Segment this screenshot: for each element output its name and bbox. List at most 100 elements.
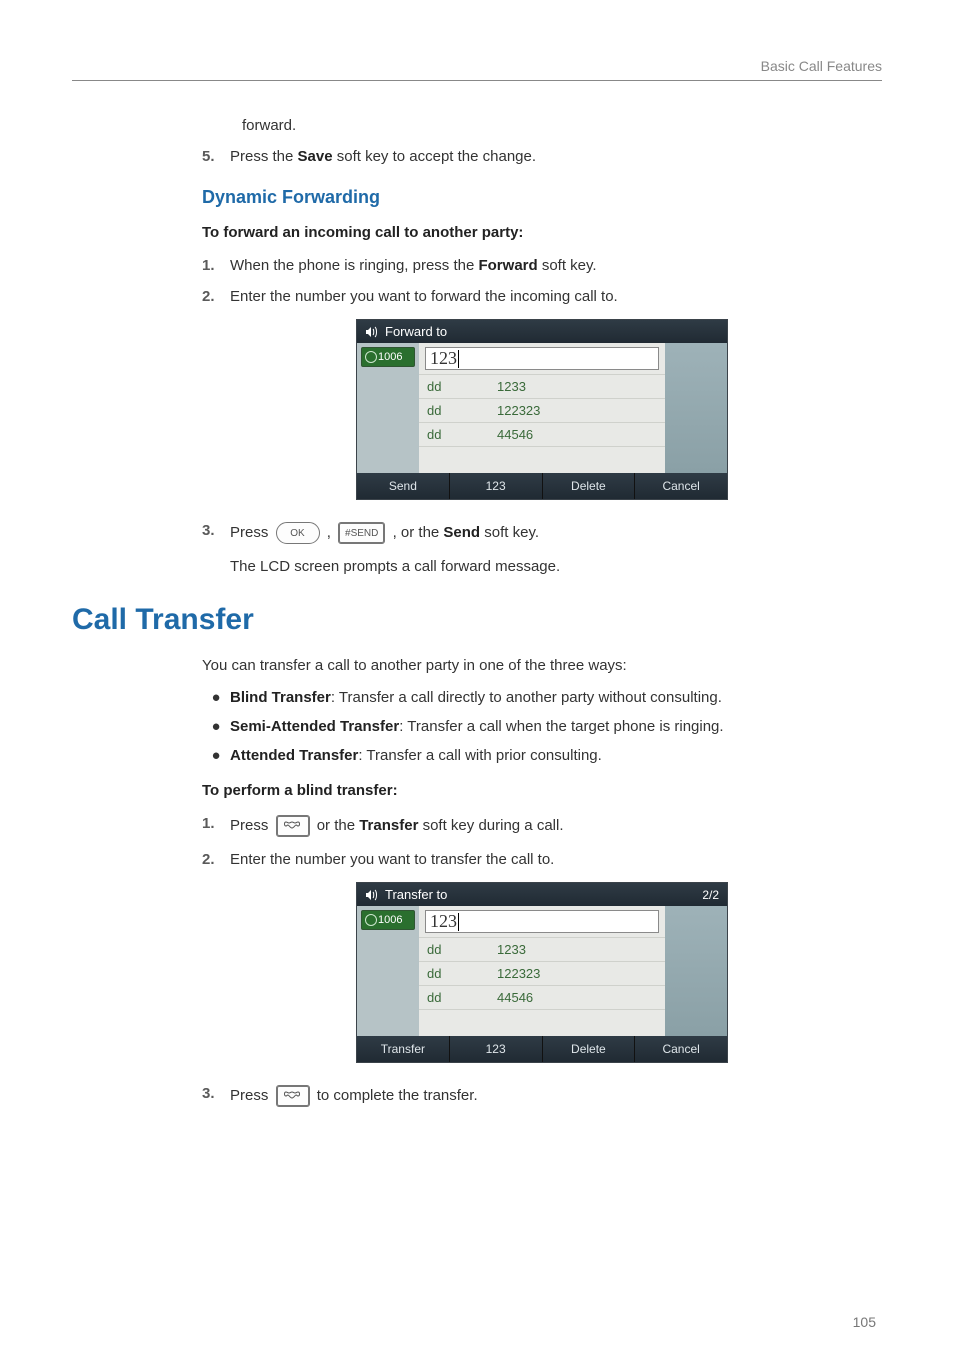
row-name: dd — [427, 403, 497, 418]
forward-to-screenshot: Forward to 1006 123 dd 1233 — [356, 319, 728, 500]
text: Press — [230, 1087, 273, 1104]
softkey-delete[interactable]: Delete — [543, 473, 636, 499]
row-number: 1233 — [497, 942, 657, 957]
screen-left-sidebar: 1006 — [357, 906, 419, 1036]
dynamic-forwarding-heading: Dynamic Forwarding — [202, 187, 882, 208]
step-number: 2. — [202, 851, 230, 868]
hash-send-key-icon: #SEND — [338, 522, 385, 544]
step-number: 2. — [202, 288, 230, 305]
text: soft key. — [538, 257, 597, 274]
suggestion-row[interactable]: dd 122323 — [419, 398, 665, 422]
running-header: Basic Call Features — [72, 58, 882, 74]
screen-counter: 2/2 — [702, 888, 719, 902]
screen-titlebar: Transfer to 2/2 — [357, 883, 727, 906]
row-number: 1233 — [497, 379, 657, 394]
text: , or the — [393, 524, 444, 541]
step-number: 1. — [202, 257, 230, 274]
step-number: 3. — [202, 522, 230, 544]
line-tab[interactable]: 1006 — [361, 910, 415, 930]
ok-key-icon: OK — [276, 522, 320, 544]
screen-right-sidebar — [665, 343, 727, 473]
blind-step-2: 2. Enter the number you want to transfer… — [202, 851, 882, 868]
bullet-text: : Transfer a call with prior consulting. — [358, 747, 601, 764]
row-name: dd — [427, 990, 497, 1005]
bullet-attended: ● Attended Transfer: Transfer a call wit… — [202, 747, 882, 764]
screen-title: Forward to — [385, 324, 447, 339]
empty-row — [419, 1009, 665, 1036]
screen-left-sidebar: 1006 — [357, 343, 419, 473]
softkey-mode[interactable]: 123 — [450, 473, 543, 499]
follow-para: The LCD screen prompts a call forward me… — [230, 558, 882, 575]
page-number: 105 — [853, 1314, 876, 1330]
bullet-head: Attended Transfer — [230, 747, 358, 764]
text: , — [327, 524, 335, 541]
transfer-label: Transfer — [359, 817, 418, 834]
intro-para: You can transfer a call to another party… — [202, 657, 882, 674]
row-name: dd — [427, 966, 497, 981]
continuation-para: forward. — [242, 117, 882, 134]
bullet-icon: ● — [202, 747, 230, 764]
bullet-head: Semi-Attended Transfer — [230, 718, 399, 735]
input-value: 123 — [430, 911, 457, 932]
row-number: 44546 — [497, 990, 657, 1005]
number-input[interactable]: 123 — [425, 910, 659, 933]
speaker-icon — [365, 889, 379, 901]
text: soft key during a call. — [418, 817, 563, 834]
row-name: dd — [427, 427, 497, 442]
bullet-text: : Transfer a call directly to another pa… — [331, 689, 722, 706]
call-transfer-heading: Call Transfer — [72, 603, 882, 637]
step-number: 1. — [202, 815, 230, 837]
line-tab[interactable]: 1006 — [361, 347, 415, 367]
softkey-bar: Transfer 123 Delete Cancel — [357, 1036, 727, 1062]
bullet-semi: ● Semi-Attended Transfer: Transfer a cal… — [202, 718, 882, 735]
forward-step-2: 2. Enter the number you want to forward … — [202, 288, 882, 305]
softkey-delete[interactable]: Delete — [543, 1036, 636, 1062]
row-name: dd — [427, 942, 497, 957]
input-value: 123 — [430, 348, 457, 369]
suggestion-row[interactable]: dd 44546 — [419, 422, 665, 446]
number-input[interactable]: 123 — [425, 347, 659, 370]
text: Press the — [230, 148, 298, 165]
speaker-icon — [365, 326, 379, 338]
forward-step-1: 1. When the phone is ringing, press the … — [202, 257, 882, 274]
suggestion-row[interactable]: dd 1233 — [419, 937, 665, 961]
forward-label: Forward — [478, 257, 537, 274]
softkey-mode[interactable]: 123 — [450, 1036, 543, 1062]
bullet-text: : Transfer a call when the target phone … — [399, 718, 723, 735]
save-label: Save — [298, 148, 333, 165]
text: When the phone is ringing, press the — [230, 257, 478, 274]
screen-title: Transfer to — [385, 887, 447, 902]
suggestion-row[interactable]: dd 122323 — [419, 961, 665, 985]
softkey-send[interactable]: Send — [357, 473, 450, 499]
text: or the — [317, 817, 360, 834]
bullet-icon: ● — [202, 689, 230, 706]
header-rule — [72, 80, 882, 81]
step-number: 3. — [202, 1085, 230, 1107]
screen-titlebar: Forward to — [357, 320, 727, 343]
row-number: 44546 — [497, 427, 657, 442]
softkey-bar: Send 123 Delete Cancel — [357, 473, 727, 499]
text: Enter the number you want to forward the… — [230, 288, 882, 305]
forward-step-3: 3. Press OK , #SEND , or the Send soft k… — [202, 522, 882, 544]
transfer-key-icon — [276, 815, 310, 837]
step-5: 5. Press the Save soft key to accept the… — [202, 148, 882, 165]
blind-lead: To perform a blind transfer: — [202, 782, 882, 799]
step-number: 5. — [202, 148, 230, 165]
text: Press — [230, 817, 273, 834]
softkey-cancel[interactable]: Cancel — [635, 473, 727, 499]
empty-row — [419, 446, 665, 473]
softkey-cancel[interactable]: Cancel — [635, 1036, 727, 1062]
row-number: 122323 — [497, 403, 657, 418]
send-label: Send — [443, 524, 480, 541]
bullet-blind: ● Blind Transfer: Transfer a call direct… — [202, 689, 882, 706]
softkey-transfer[interactable]: Transfer — [357, 1036, 450, 1062]
bullet-head: Blind Transfer — [230, 689, 331, 706]
transfer-key-icon — [276, 1085, 310, 1107]
suggestion-row[interactable]: dd 1233 — [419, 374, 665, 398]
suggestion-row[interactable]: dd 44546 — [419, 985, 665, 1009]
bullet-icon: ● — [202, 718, 230, 735]
text: to complete the transfer. — [317, 1087, 478, 1104]
blind-step-3: 3. Press to complete the transfer. — [202, 1085, 882, 1107]
transfer-to-screenshot: Transfer to 2/2 1006 123 dd 1233 — [356, 882, 728, 1063]
blind-step-1: 1. Press or the Transfer soft key during… — [202, 815, 882, 837]
